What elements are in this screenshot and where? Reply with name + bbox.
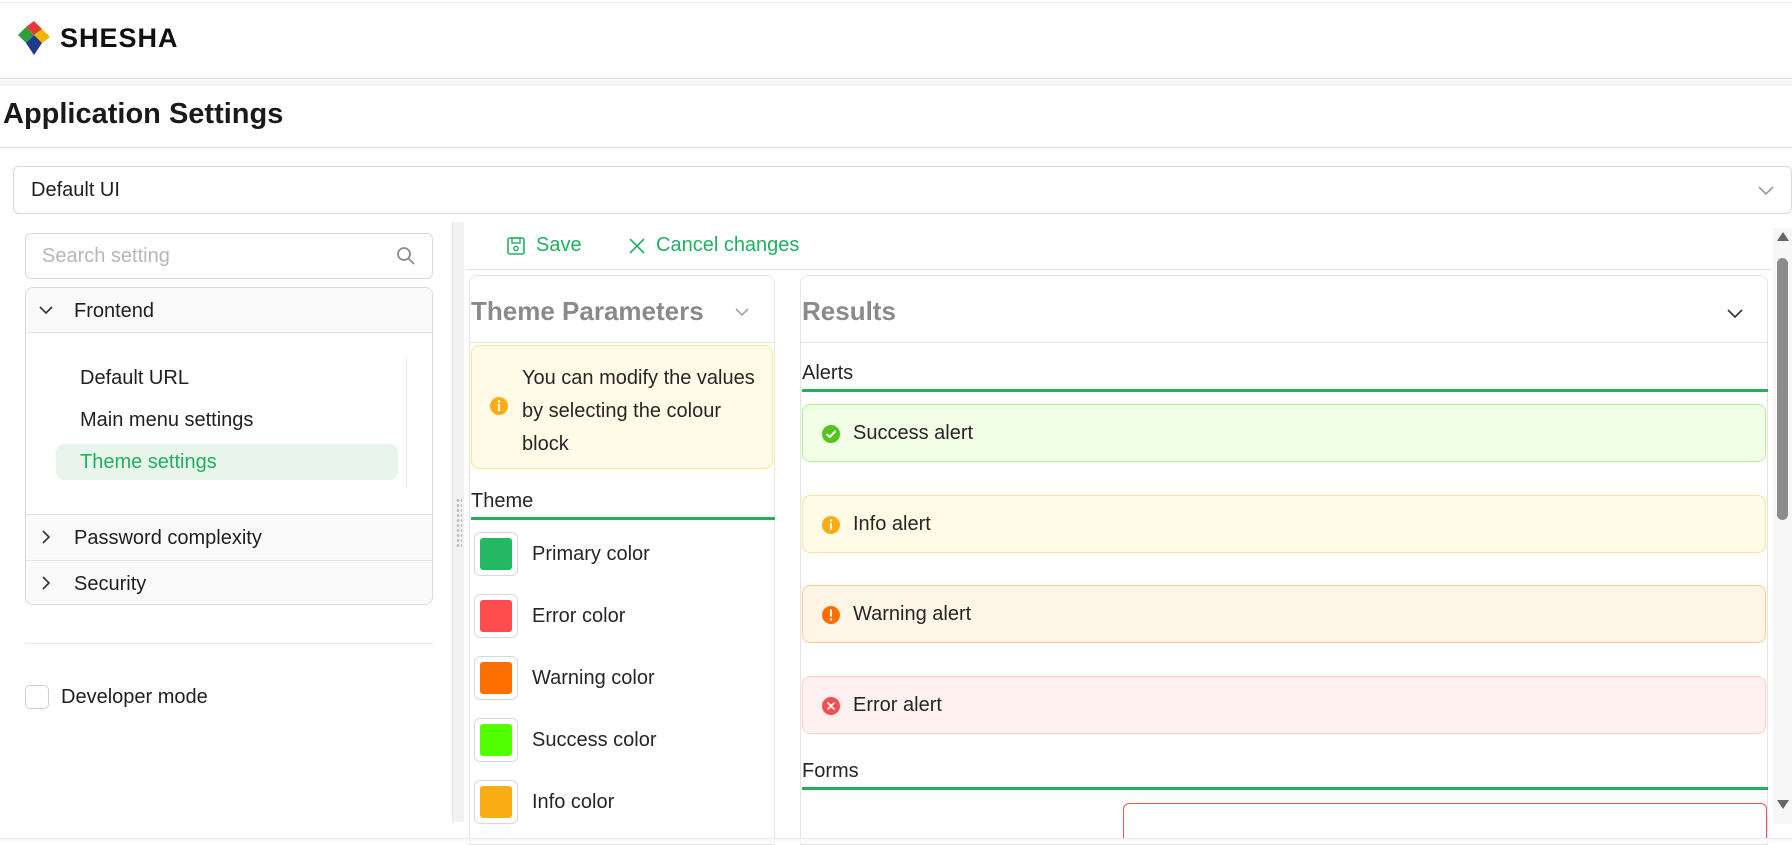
info-alert-text: Info alert xyxy=(853,513,931,535)
tree-group-label: Frontend xyxy=(74,300,155,322)
panel-header-divider xyxy=(470,342,774,343)
developer-mode-checkbox[interactable] xyxy=(25,685,49,709)
primary-color-label: Primary color xyxy=(532,542,650,565)
primary-color-swatch[interactable] xyxy=(474,532,518,576)
theme-info-alert: You can modify the values by selecting t… xyxy=(471,345,773,469)
tree-item-theme-settings[interactable]: Theme settings xyxy=(56,444,398,480)
color-row-primary: Primary color xyxy=(474,532,650,576)
check-circle-icon xyxy=(822,425,840,443)
search-icon[interactable] xyxy=(396,246,416,266)
developer-mode-label: Developer mode xyxy=(61,685,208,708)
logo[interactable]: SHESHA xyxy=(16,21,179,55)
chevron-right-icon xyxy=(42,576,51,590)
primary-color-fill xyxy=(480,538,512,570)
warning-color-fill xyxy=(480,662,512,694)
warning-alert-text: Warning alert xyxy=(853,603,972,625)
theme-parameters-panel: Theme Parameters You can modify the valu… xyxy=(469,275,775,845)
chevron-right-icon xyxy=(42,530,51,544)
chevron-down-icon xyxy=(1758,186,1774,196)
chevron-down-icon xyxy=(39,306,53,315)
ui-selector[interactable]: Default UI xyxy=(13,166,1792,214)
tree-item-default-url[interactable]: Default URL xyxy=(56,360,398,396)
tree-group-frontend-body: Default URL Main menu settings Theme set… xyxy=(26,334,432,514)
exclamation-icon xyxy=(822,606,840,624)
chevron-down-icon[interactable] xyxy=(1726,304,1744,322)
logo-text: SHESHA xyxy=(60,22,179,53)
save-icon xyxy=(507,236,525,255)
search-input[interactable] xyxy=(42,244,382,268)
save-label: Save xyxy=(536,234,582,256)
cancel-changes-button[interactable]: Cancel changes xyxy=(628,234,799,257)
tree-item-main-menu-settings[interactable]: Main menu settings xyxy=(56,402,398,438)
bottom-edge xyxy=(0,838,1792,843)
page-title: Application Settings xyxy=(3,98,284,130)
theme-section-label: Theme xyxy=(471,490,534,512)
vertical-scrollbar[interactable] xyxy=(1773,228,1792,824)
results-panel: Results Alerts Success alert Info alert … xyxy=(800,275,1768,845)
title-divider xyxy=(0,147,1792,148)
theme-info-text: You can modify the values by selecting t… xyxy=(522,367,755,455)
error-alert-text: Error alert xyxy=(853,694,942,716)
close-circle-icon xyxy=(822,697,840,715)
ui-selector-value: Default UI xyxy=(31,178,120,201)
info-color-fill xyxy=(480,786,512,818)
color-row-info: Info color xyxy=(474,780,614,824)
tree-divider xyxy=(406,358,407,488)
success-alert-text: Success alert xyxy=(853,422,974,444)
error-alert: Error alert xyxy=(802,676,1766,734)
success-color-label: Success color xyxy=(532,728,657,751)
color-row-success: Success color xyxy=(474,718,657,762)
top-bar: SHESHA xyxy=(0,2,1792,79)
alerts-section-label: Alerts xyxy=(802,362,854,384)
tree-group-password-complexity[interactable]: Password complexity xyxy=(26,514,432,559)
info-color-label: Info color xyxy=(532,790,615,813)
alerts-section-rule xyxy=(802,389,1768,392)
theme-parameters-title: Theme Parameters xyxy=(471,296,704,326)
success-color-swatch[interactable] xyxy=(474,718,518,762)
shesha-logo-icon xyxy=(18,21,50,55)
drag-handle-icon[interactable] xyxy=(456,498,462,548)
error-color-fill xyxy=(480,600,512,632)
tree-group-label: Security xyxy=(74,573,147,595)
warning-alert: Warning alert xyxy=(802,585,1766,643)
toolbar: Save Cancel changes xyxy=(466,222,1771,270)
color-row-error: Error color xyxy=(474,594,625,638)
error-form-input[interactable] xyxy=(1123,803,1767,843)
tree-group-label: Password complexity xyxy=(74,527,262,549)
left-divider xyxy=(25,643,433,644)
results-title: Results xyxy=(802,296,896,326)
close-icon xyxy=(629,237,645,254)
info-icon xyxy=(822,516,840,534)
forms-section-label: Forms xyxy=(802,760,859,782)
save-button[interactable]: Save xyxy=(506,234,582,257)
color-row-warning: Warning color xyxy=(474,656,655,700)
settings-tree: Frontend Default URL Main menu settings … xyxy=(25,287,433,605)
cancel-changes-label: Cancel changes xyxy=(656,234,800,256)
tree-group-frontend[interactable]: Frontend xyxy=(26,288,432,333)
theme-section-rule xyxy=(471,517,775,520)
tree-group-security[interactable]: Security xyxy=(26,560,432,604)
search-setting xyxy=(25,233,433,279)
success-alert: Success alert xyxy=(802,404,1766,462)
scroll-thumb[interactable] xyxy=(1777,258,1788,520)
info-color-swatch[interactable] xyxy=(474,780,518,824)
error-color-swatch[interactable] xyxy=(474,594,518,638)
panel-header-divider xyxy=(801,342,1767,343)
chevron-down-icon[interactable] xyxy=(734,304,750,320)
scroll-up-icon[interactable] xyxy=(1777,232,1789,241)
info-alert: Info alert xyxy=(802,495,1766,553)
warning-color-swatch[interactable] xyxy=(474,656,518,700)
forms-section-rule xyxy=(802,787,1768,790)
developer-mode[interactable]: Developer mode xyxy=(25,685,208,709)
info-icon xyxy=(490,397,508,415)
success-color-fill xyxy=(480,724,512,756)
warning-color-label: Warning color xyxy=(532,666,655,689)
panel-splitter[interactable] xyxy=(452,222,464,822)
error-color-label: Error color xyxy=(532,604,626,627)
scroll-down-icon[interactable] xyxy=(1777,800,1789,809)
header-gap xyxy=(0,80,1792,86)
